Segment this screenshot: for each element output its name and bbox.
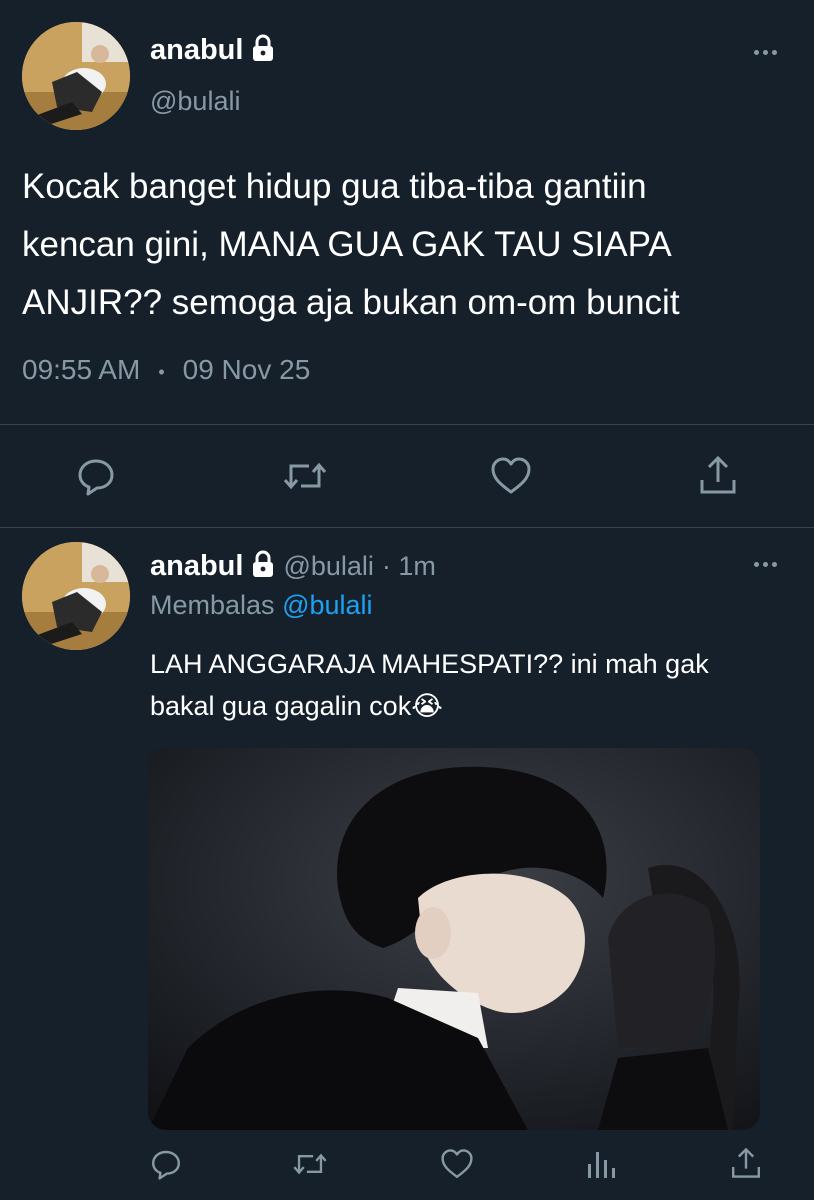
avatar[interactable] <box>22 542 130 650</box>
tweet-time: 09:55 AM <box>22 354 141 385</box>
reply-text-line: LAH ANGGARAJA MAHESPATI?? ini mah gak <box>150 649 709 679</box>
reply-icon[interactable] <box>150 1148 182 1180</box>
reply-text: LAH ANGGARAJA MAHESPATI?? ini mah gak ba… <box>150 643 709 727</box>
views-icon[interactable] <box>586 1148 616 1180</box>
display-name[interactable]: anabul <box>150 34 243 67</box>
tweet-text-line: Kocak banget hidup gua tiba-tiba gantiin <box>22 167 647 206</box>
replying-to-link[interactable]: @bulali <box>282 590 372 620</box>
share-icon[interactable] <box>698 454 738 496</box>
display-name[interactable]: anabul <box>150 550 243 583</box>
lock-icon <box>251 550 275 583</box>
handle[interactable]: @bulali <box>283 551 373 582</box>
more-options-icon[interactable] <box>754 562 777 567</box>
replying-to: Membalas @bulali <box>150 590 373 621</box>
tweet-text-line: ANJIR?? semoga aja bukan om-om buncit <box>22 283 680 322</box>
retweet-icon[interactable] <box>282 456 328 496</box>
tweet-date: 09 Nov 25 <box>182 354 311 385</box>
separator-dot: • <box>158 362 165 382</box>
retweet-icon[interactable] <box>292 1148 328 1180</box>
tweet-text: Kocak banget hidup gua tiba-tiba gantiin… <box>22 158 680 332</box>
divider <box>0 424 814 425</box>
reply-icon[interactable] <box>76 456 116 496</box>
lock-icon <box>251 34 275 67</box>
reply-text-line: bakal gua gagalin cok😭 <box>150 691 443 721</box>
tweet-photo[interactable] <box>148 748 760 1130</box>
timestamp[interactable]: 09:55 AM • 09 Nov 25 <box>22 354 310 390</box>
more-options-icon[interactable] <box>754 50 777 55</box>
share-icon[interactable] <box>730 1146 762 1180</box>
like-icon[interactable] <box>490 456 532 496</box>
time-ago[interactable]: · 1m <box>382 551 436 582</box>
divider <box>0 527 814 528</box>
handle[interactable]: @bulali <box>150 86 240 117</box>
replying-label: Membalas <box>150 590 275 620</box>
tweet-text-line: kencan gini, MANA GUA GAK TAU SIAPA <box>22 225 672 264</box>
avatar[interactable] <box>22 22 130 130</box>
like-icon[interactable] <box>440 1148 474 1180</box>
